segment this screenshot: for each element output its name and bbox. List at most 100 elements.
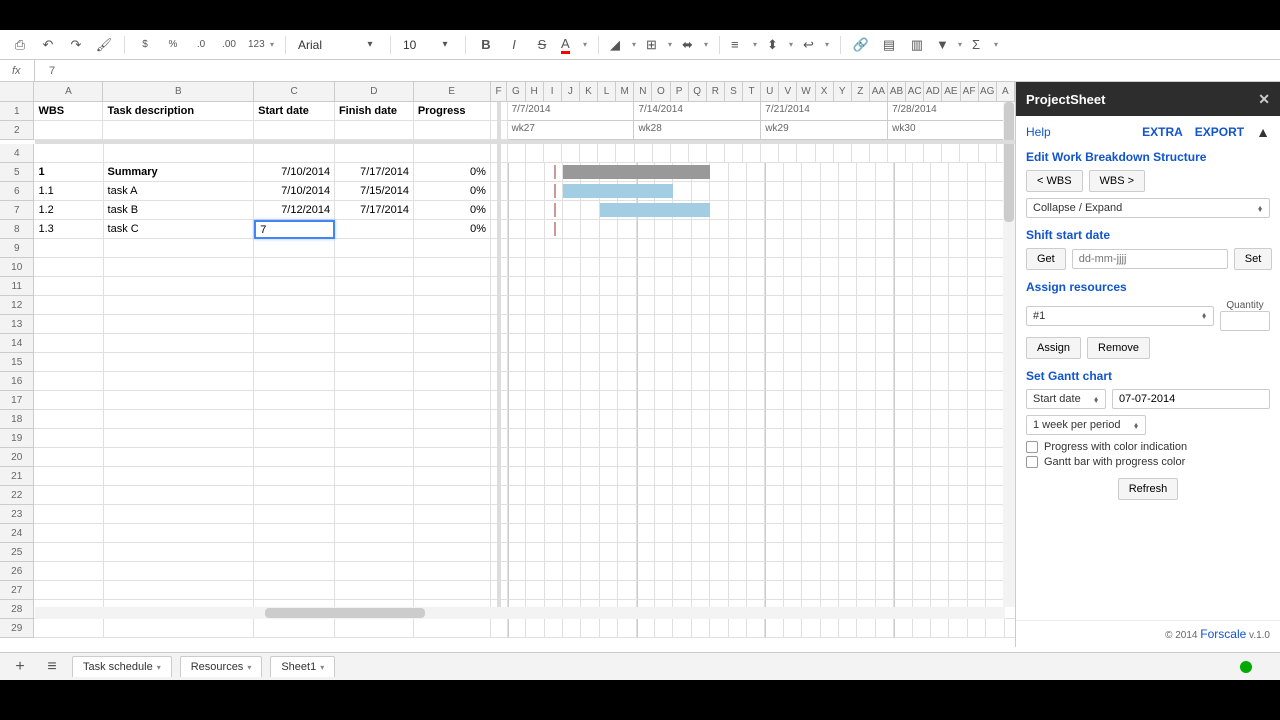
cell[interactable]	[254, 524, 335, 543]
row-header[interactable]: 29	[0, 619, 34, 638]
cell[interactable]	[335, 448, 414, 467]
valign-icon[interactable]: ⬍	[764, 33, 796, 57]
cell[interactable]	[104, 429, 255, 448]
cell[interactable]	[104, 562, 255, 581]
undo-icon[interactable]: ↶	[36, 33, 60, 57]
gantt-bar-color-checkbox[interactable]: Gantt bar with progress color	[1026, 456, 1270, 468]
cell[interactable]	[414, 334, 491, 353]
row-header[interactable]: 2	[0, 121, 34, 140]
percent-icon[interactable]: %	[161, 33, 185, 57]
cell[interactable]	[335, 562, 414, 581]
print-icon[interactable]: ⎙	[8, 33, 32, 57]
horizontal-scrollbar[interactable]	[35, 607, 1005, 619]
task-cell[interactable]: task A	[104, 182, 255, 201]
cell[interactable]	[254, 144, 335, 163]
cell[interactable]	[335, 315, 414, 334]
cell[interactable]	[34, 258, 103, 277]
close-icon[interactable]: ✕	[1258, 91, 1270, 108]
cell[interactable]	[254, 410, 335, 429]
cell[interactable]	[414, 391, 491, 410]
column-header[interactable]: AE	[942, 82, 960, 102]
link-icon[interactable]: 🔗	[849, 33, 873, 57]
cell[interactable]	[254, 391, 335, 410]
refresh-button[interactable]: Refresh	[1118, 478, 1179, 500]
row-header[interactable]: 28	[0, 600, 34, 619]
row-header[interactable]: 13	[0, 315, 34, 334]
cell[interactable]	[335, 467, 414, 486]
assign-button[interactable]: Assign	[1026, 337, 1081, 359]
column-header[interactable]: Q	[689, 82, 707, 102]
cell[interactable]	[34, 144, 103, 163]
cell[interactable]	[254, 429, 335, 448]
row-header[interactable]: 1	[0, 102, 34, 121]
column-header[interactable]: T	[743, 82, 761, 102]
cell[interactable]	[414, 239, 491, 258]
comment-icon[interactable]: ▤	[877, 33, 901, 57]
column-header[interactable]: AB	[888, 82, 906, 102]
cell[interactable]	[104, 524, 255, 543]
column-header[interactable]: X	[816, 82, 834, 102]
cell[interactable]	[34, 562, 103, 581]
cell[interactable]	[335, 334, 414, 353]
cell[interactable]	[414, 296, 491, 315]
finish-date-cell[interactable]: 7/17/2014	[335, 163, 414, 182]
wbs-cell[interactable]: 1.2	[34, 201, 103, 220]
column-header[interactable]: F	[491, 82, 508, 102]
gantt-bar[interactable]	[563, 184, 673, 198]
cell[interactable]	[104, 391, 255, 410]
task-cell[interactable]: task B	[104, 201, 255, 220]
row-header[interactable]: 6	[0, 182, 34, 201]
start-date-cell-editing[interactable]	[254, 220, 335, 239]
row-header[interactable]: 22	[0, 486, 34, 505]
finish-date-cell[interactable]	[335, 220, 414, 239]
redo-icon[interactable]: ↷	[64, 33, 88, 57]
cell[interactable]	[104, 296, 255, 315]
task-cell[interactable]: Summary	[104, 163, 255, 182]
column-header[interactable]: A	[997, 82, 1015, 102]
row-header[interactable]: 21	[0, 467, 34, 486]
cell[interactable]	[335, 619, 414, 638]
inc-decimal-icon[interactable]: .00	[217, 33, 241, 57]
font-size-select[interactable]: 10	[399, 36, 429, 54]
cell[interactable]	[414, 543, 491, 562]
cell[interactable]	[254, 372, 335, 391]
row-header[interactable]: 14	[0, 334, 34, 353]
column-header[interactable]: W	[797, 82, 815, 102]
currency-icon[interactable]: $	[133, 33, 157, 57]
cell[interactable]	[254, 353, 335, 372]
strike-icon[interactable]: S	[530, 33, 554, 57]
row-header[interactable]: 18	[0, 410, 34, 429]
column-header[interactable]: N	[634, 82, 652, 102]
cell[interactable]	[254, 258, 335, 277]
column-header[interactable]: U	[761, 82, 779, 102]
column-header[interactable]: AC	[906, 82, 924, 102]
column-header[interactable]: G	[507, 82, 525, 102]
add-sheet-button[interactable]: +	[8, 655, 32, 679]
column-header[interactable]: P	[671, 82, 689, 102]
cell[interactable]	[104, 619, 255, 638]
column-header[interactable]: AG	[979, 82, 997, 102]
progress-cell[interactable]: 0%	[414, 163, 491, 182]
cell[interactable]	[254, 448, 335, 467]
cell[interactable]	[104, 581, 255, 600]
column-header[interactable]: S	[725, 82, 743, 102]
bold-icon[interactable]: B	[474, 33, 498, 57]
cell[interactable]	[104, 505, 255, 524]
vertical-scrollbar[interactable]	[1003, 102, 1015, 607]
gantt-startdate-input[interactable]	[1112, 389, 1270, 409]
column-header[interactable]: M	[616, 82, 634, 102]
column-header[interactable]: J	[562, 82, 580, 102]
gantt-bar[interactable]	[563, 165, 710, 179]
cell[interactable]	[34, 524, 103, 543]
column-header[interactable]: Z	[852, 82, 870, 102]
cell[interactable]	[104, 258, 255, 277]
italic-icon[interactable]: I	[502, 33, 526, 57]
column-header[interactable]: A	[34, 82, 103, 102]
cell[interactable]	[414, 562, 491, 581]
cell[interactable]	[34, 296, 103, 315]
get-button[interactable]: Get	[1026, 248, 1066, 270]
cell[interactable]	[414, 429, 491, 448]
finish-date-cell[interactable]: 7/17/2014	[335, 201, 414, 220]
cell[interactable]	[491, 619, 508, 638]
functions-icon[interactable]: Σ	[969, 33, 1001, 57]
